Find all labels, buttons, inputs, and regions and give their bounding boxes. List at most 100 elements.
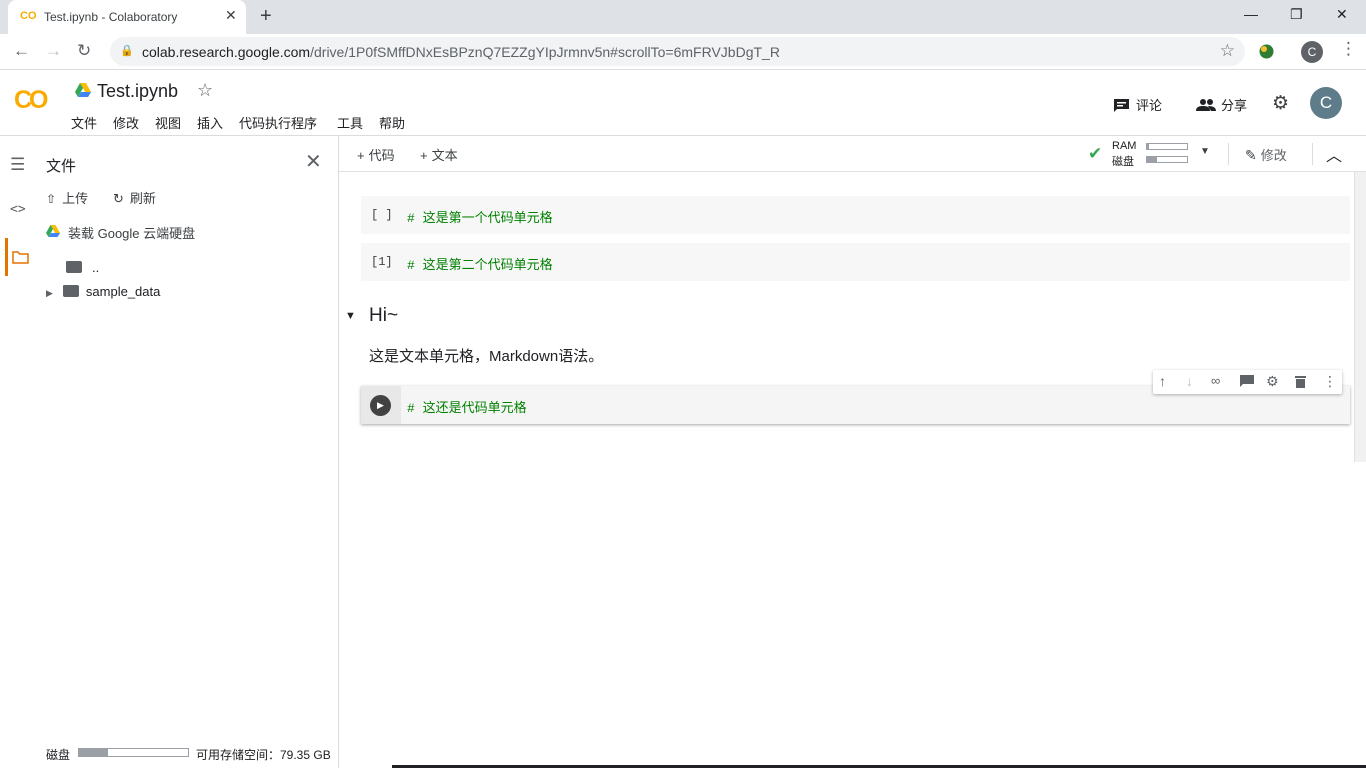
- menu-tools[interactable]: 工具: [337, 113, 363, 132]
- browser-tab[interactable]: CO Test.ipynb - Colaboratory ✕: [8, 0, 246, 34]
- notebook-toolbar-border: [339, 171, 1366, 172]
- new-tab-icon[interactable]: +: [260, 5, 272, 28]
- menu-edit[interactable]: 修改: [113, 113, 139, 132]
- pencil-icon: ✎: [1245, 147, 1257, 163]
- side-panel-border: [338, 136, 339, 768]
- disk-usage-fill: [79, 749, 109, 756]
- header-divider: [0, 135, 1366, 136]
- cell-prompt: [ ]: [371, 208, 393, 222]
- refresh-icon: ↻: [113, 191, 124, 206]
- menu-runtime[interactable]: 代码执行程序: [239, 113, 317, 132]
- reload-icon[interactable]: ↻: [77, 41, 91, 61]
- toolbar-divider: [1228, 143, 1229, 165]
- share-button[interactable]: 分享: [1196, 95, 1247, 114]
- google-drive-icon: [75, 83, 91, 97]
- extension-icon[interactable]: [1258, 43, 1275, 60]
- disk-resource-fill: [1147, 157, 1157, 162]
- tree-item-label: ..: [92, 260, 100, 275]
- add-text-label: 文本: [431, 148, 458, 163]
- settings-gear-icon[interactable]: ⚙: [1272, 92, 1289, 115]
- bookmark-star-icon[interactable]: ☆: [1220, 41, 1235, 61]
- markdown-text[interactable]: 这是文本单元格，Markdown语法。: [369, 345, 603, 366]
- run-cell-button[interactable]: ▶: [370, 395, 391, 416]
- upload-button[interactable]: ⇧ 上传: [46, 188, 88, 207]
- menu-view[interactable]: 视图: [155, 113, 181, 132]
- more-options-icon[interactable]: ⋮: [1323, 373, 1337, 390]
- notebook-title[interactable]: Test.ipynb: [97, 81, 178, 102]
- disk-free-text: 可用存储空间：79.35 GB: [196, 748, 331, 762]
- colab-logo[interactable]: CO: [14, 86, 48, 115]
- rail-active-indicator: [5, 238, 8, 276]
- browser-toolbar: ← → ↻ 🔒 colab.research.google.com/drive/…: [0, 34, 1366, 70]
- add-code-label: 代码: [368, 148, 395, 163]
- mount-drive-icon: [46, 225, 60, 237]
- move-up-icon[interactable]: ↑: [1159, 373, 1166, 389]
- markdown-heading[interactable]: Hi~: [369, 305, 398, 327]
- code-cell[interactable]: [1] # 这是第二个代码单元格: [361, 243, 1350, 281]
- tree-item-parent[interactable]: ..: [66, 260, 99, 275]
- collapse-header-icon[interactable]: ︿: [1326, 142, 1342, 166]
- edit-label: 修改: [1260, 148, 1287, 163]
- expand-caret-icon[interactable]: ▶: [46, 288, 53, 298]
- user-avatar[interactable]: C: [1310, 87, 1342, 119]
- resources-dropdown-icon[interactable]: ▼: [1200, 146, 1210, 157]
- close-window-icon[interactable]: ✕: [1336, 6, 1348, 23]
- minimize-icon[interactable]: —: [1244, 6, 1258, 22]
- forward-icon[interactable]: →: [45, 41, 62, 61]
- disk-resource-bar: [1146, 156, 1188, 163]
- tree-item-sample-data[interactable]: ▶ sample_data: [46, 284, 160, 299]
- disk-resource-label: 磁盘: [1112, 156, 1134, 168]
- close-tab-icon[interactable]: ✕: [225, 7, 237, 24]
- star-icon[interactable]: ☆: [197, 80, 213, 101]
- back-icon[interactable]: ←: [13, 41, 30, 61]
- close-panel-icon[interactable]: ✕: [305, 149, 322, 174]
- refresh-label: 刷新: [129, 191, 156, 206]
- cell-code[interactable]: # 这是第二个代码单元格: [407, 254, 553, 273]
- comment-button[interactable]: 评论: [1113, 95, 1162, 114]
- folder-icon: [62, 285, 79, 297]
- mount-drive-button[interactable]: 装载 Google 云端硬盘: [68, 223, 195, 242]
- colab-favicon-icon: CO: [20, 10, 37, 22]
- code-cell[interactable]: [ ] # 这是第一个代码单元格: [361, 196, 1350, 234]
- toolbar-divider: [1312, 143, 1313, 165]
- lock-icon: 🔒: [120, 45, 134, 57]
- menu-help[interactable]: 帮助: [379, 113, 405, 132]
- disk-usage-bar: [78, 748, 189, 757]
- cell-code[interactable]: # 这是第一个代码单元格: [407, 207, 553, 226]
- ram-label: RAM: [1112, 140, 1137, 152]
- files-folder-icon[interactable]: [12, 251, 29, 264]
- browser-tab-bar: CO Test.ipynb - Colaboratory ✕ + — ❐ ✕: [0, 0, 1366, 34]
- browser-menu-icon[interactable]: ⋮: [1340, 39, 1357, 59]
- notebook-scrollbar[interactable]: [1354, 172, 1366, 462]
- files-panel-title: 文件: [46, 158, 77, 175]
- upload-label: 上传: [62, 191, 89, 206]
- disk-label: 磁盘: [46, 748, 71, 762]
- comment-cell-icon[interactable]: [1240, 375, 1254, 388]
- plus-icon: +: [357, 148, 365, 163]
- address-bar[interactable]: 🔒 colab.research.google.com/drive/1P0fSM…: [110, 37, 1245, 66]
- menu-insert[interactable]: 插入: [197, 113, 223, 132]
- connected-check-icon[interactable]: ✔: [1088, 144, 1102, 164]
- section-collapse-caret-icon[interactable]: ▼: [345, 310, 356, 322]
- share-label: 分享: [1221, 98, 1248, 113]
- cell-code[interactable]: # 这还是代码单元格: [407, 397, 527, 416]
- add-text-button[interactable]: + 文本: [420, 145, 458, 164]
- delete-icon[interactable]: [1295, 375, 1306, 388]
- code-snippets-icon[interactable]: <>: [10, 202, 26, 217]
- people-icon: [1196, 99, 1216, 111]
- folder-up-icon: [66, 261, 82, 273]
- move-down-icon[interactable]: ↓: [1186, 373, 1193, 389]
- link-icon[interactable]: ∞: [1211, 373, 1220, 388]
- comment-icon: [1114, 99, 1129, 112]
- restore-icon[interactable]: ❐: [1290, 6, 1303, 23]
- cell-settings-icon[interactable]: ⚙: [1266, 373, 1279, 390]
- cell-prompt: [1]: [371, 255, 393, 269]
- menu-file[interactable]: 文件: [71, 113, 97, 132]
- table-of-contents-icon[interactable]: ☰: [10, 155, 25, 175]
- edit-button[interactable]: ✎ 修改: [1245, 145, 1287, 164]
- cell-toolbar: ↑ ↓ ∞ ⚙ ⋮: [1153, 370, 1342, 394]
- tree-item-label: sample_data: [85, 284, 161, 299]
- profile-avatar[interactable]: C: [1301, 41, 1323, 63]
- add-code-button[interactable]: + 代码: [357, 145, 395, 164]
- refresh-button[interactable]: ↻ 刷新: [113, 188, 156, 207]
